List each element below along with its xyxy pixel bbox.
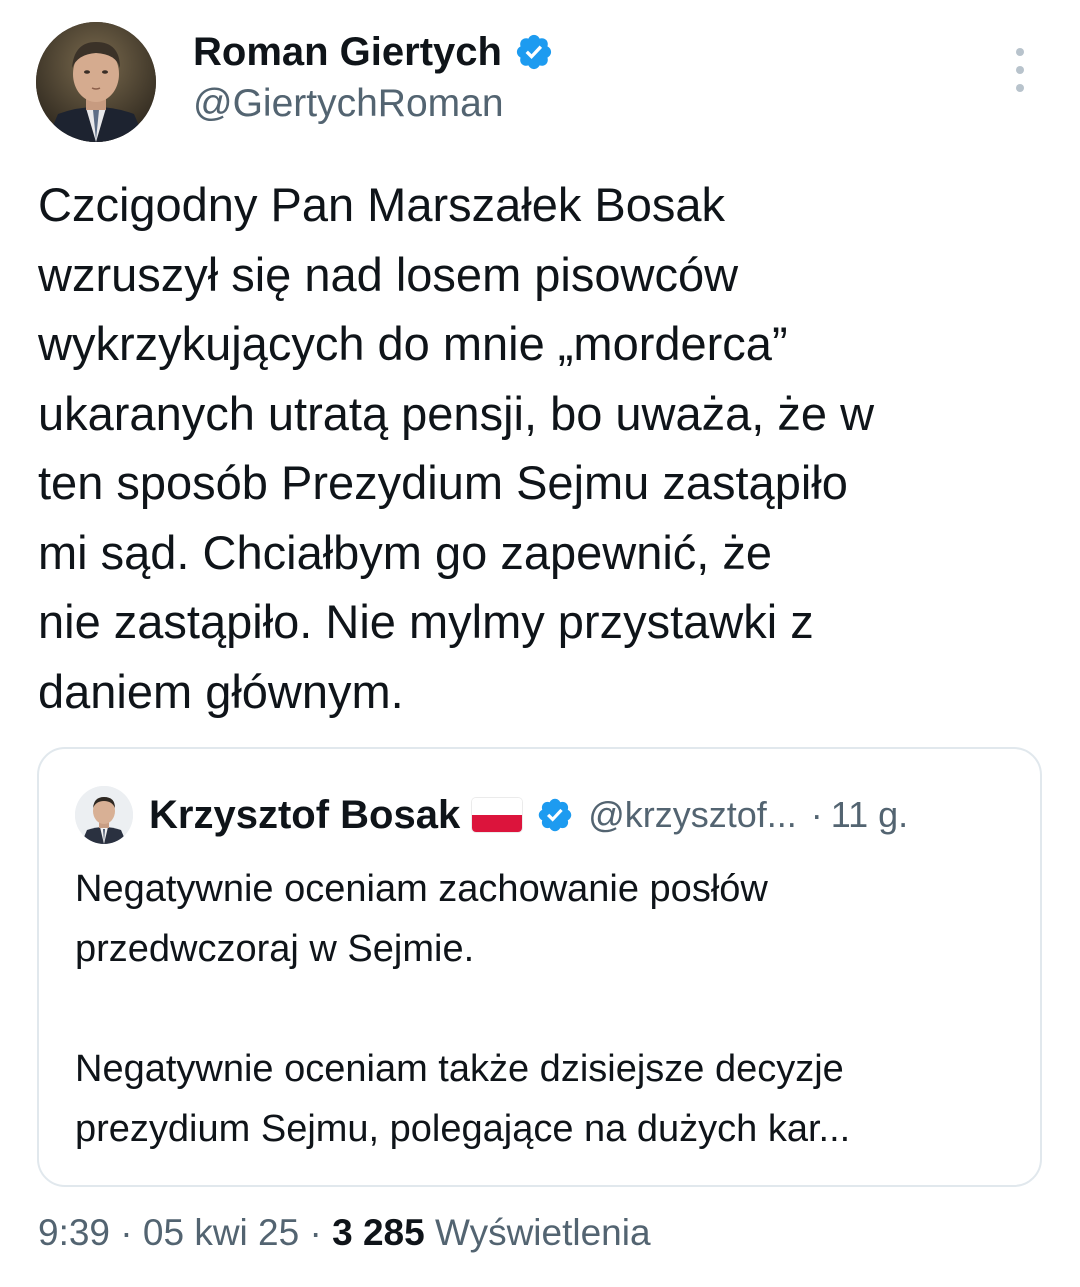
- quoted-author-avatar-image: [75, 786, 133, 844]
- tweet-text-line: wzruszył się nad losem pisowców: [38, 247, 739, 301]
- quoted-author-name[interactable]: Krzysztof Bosak: [149, 793, 460, 838]
- quoted-verified-badge-icon: [536, 796, 574, 834]
- quoted-tweet-card[interactable]: Krzysztof Bosak @krzysztof... · 11 g. Ne…: [37, 747, 1042, 1187]
- tweet-time[interactable]: 9:39: [38, 1212, 110, 1253]
- author-avatar-image: [36, 22, 156, 142]
- author-handle[interactable]: @GiertychRoman: [193, 82, 504, 126]
- meta-separator: ·: [309, 1212, 322, 1253]
- quoted-text-line: prezydium Sejmu, polegające na dużych ka…: [75, 1108, 851, 1150]
- more-dot-icon: [1016, 84, 1024, 92]
- poland-flag-icon: [472, 798, 523, 832]
- tweet-text-line: mi sąd. Chciałbym go zapewnić, że: [38, 525, 773, 579]
- quoted-author-handle[interactable]: @krzysztof...: [588, 794, 797, 836]
- tweet-text-line: daniem głównym.: [38, 664, 404, 718]
- views-count[interactable]: 3 285: [332, 1212, 425, 1253]
- meta-separator: ·: [120, 1212, 133, 1253]
- tweet-text-line: nie zastąpiło. Nie mylmy przystawki z: [38, 595, 814, 648]
- quoted-separator: ·: [810, 794, 823, 835]
- quoted-timestamp[interactable]: 11 g.: [831, 794, 908, 836]
- author-name-row[interactable]: Roman Giertych: [193, 28, 554, 76]
- tweet-text: Czcigodny Pan Marszałek Bosak wzruszył s…: [38, 170, 1048, 726]
- verified-badge-icon: [514, 32, 554, 72]
- views-label: Wyświetlenia: [434, 1212, 651, 1253]
- quoted-tweet-header: Krzysztof Bosak @krzysztof... · 11 g.: [75, 785, 908, 845]
- more-options-button[interactable]: [1006, 48, 1034, 92]
- quoted-text-line: Negatywnie oceniam także dzisiejsze decy…: [75, 1048, 844, 1090]
- quoted-author-avatar[interactable]: [75, 786, 133, 844]
- tweet-text-line: ten sposób Prezydium Sejmu zastąpiło: [38, 456, 848, 509]
- tweet-text-line: Czcigodny Pan Marszałek Bosak: [38, 178, 726, 231]
- tweet-date[interactable]: 05 kwi 25: [143, 1212, 299, 1253]
- quoted-tweet-text: Negatywnie oceniam zachowanie posłów prz…: [75, 859, 1015, 1159]
- tweet-metadata: 9:39 · 05 kwi 25 · 3 285 Wyświetlenia: [38, 1212, 651, 1254]
- more-dot-icon: [1016, 66, 1024, 74]
- author-avatar[interactable]: [36, 22, 156, 142]
- quoted-text-line: Negatywnie oceniam zachowanie posłów: [75, 868, 768, 910]
- tweet-text-line: wykrzykujących do mnie „morderca”: [38, 317, 788, 370]
- author-name[interactable]: Roman Giertych: [193, 30, 502, 75]
- quoted-text-line: przedwczoraj w Sejmie.: [75, 928, 475, 970]
- tweet-text-line: ukaranych utratą pensji, bo uważa, że w: [38, 386, 875, 440]
- more-dot-icon: [1016, 48, 1024, 56]
